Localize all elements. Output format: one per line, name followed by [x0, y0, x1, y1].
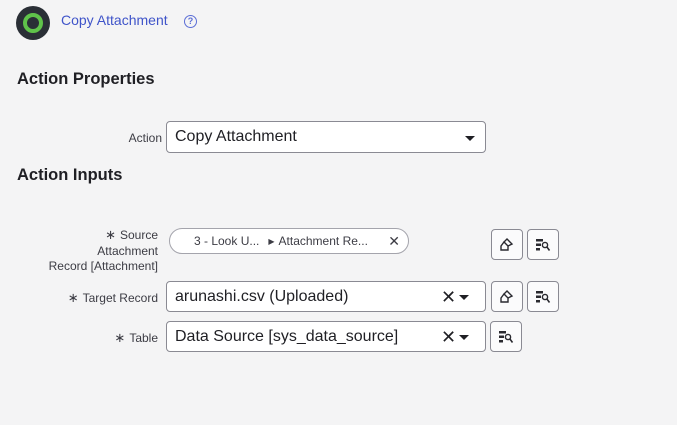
data-picker-button[interactable]: [490, 321, 522, 352]
data-pill-picker-icon: [499, 330, 514, 343]
action-title-link[interactable]: Copy Attachment: [61, 12, 168, 28]
data-pill-picker-icon: [536, 238, 551, 251]
clear-value-icon[interactable]: ✕: [441, 328, 456, 346]
eraser-icon: [500, 289, 514, 303]
pill-step-label: 3 - Look U...: [194, 234, 260, 248]
action-label: Action: [128, 131, 162, 145]
target-record-value: arunashi.csv (Uploaded): [175, 287, 349, 305]
section-title-action-inputs: Action Inputs: [17, 166, 123, 184]
table-value: Data Source [sys_data_source]: [175, 327, 399, 345]
target-record-label: ∗ Target Record: [67, 290, 158, 305]
caret-right-icon: ▶: [268, 236, 275, 246]
close-icon[interactable]: ✕: [388, 233, 400, 250]
target-record-field[interactable]: arunashi.csv (Uploaded) ✕: [166, 281, 486, 312]
app-logo: [16, 6, 50, 40]
data-picker-button[interactable]: [527, 281, 559, 312]
data-pill-picker-icon: [536, 290, 551, 303]
chevron-down-icon[interactable]: [465, 136, 475, 141]
section-title-action-properties: Action Properties: [17, 70, 155, 88]
table-field[interactable]: Data Source [sys_data_source] ✕: [166, 321, 486, 352]
pill-field-label: Attachment Re...: [278, 234, 368, 248]
source-attachment-label: ∗ Source Attachment Record [Attachment]: [48, 227, 158, 273]
required-icon: ∗: [114, 330, 126, 345]
help-icon[interactable]: ?: [184, 15, 197, 28]
data-picker-button[interactable]: [527, 229, 559, 260]
required-icon: ∗: [67, 290, 79, 305]
action-select[interactable]: Copy Attachment: [166, 121, 486, 153]
clear-button[interactable]: [491, 229, 523, 260]
table-label: ∗ Table: [114, 330, 158, 345]
action-select-value: Copy Attachment: [175, 128, 297, 145]
required-icon: ∗: [105, 227, 116, 242]
chevron-down-icon[interactable]: [459, 295, 469, 300]
eraser-icon: [500, 237, 514, 251]
clear-value-icon[interactable]: ✕: [441, 288, 456, 306]
clear-button[interactable]: [491, 281, 523, 312]
logo-ring-icon: [23, 13, 43, 33]
source-data-pill[interactable]: 3 - Look U... ▶ Attachment Re... ✕: [169, 228, 409, 254]
chevron-down-icon[interactable]: [459, 335, 469, 340]
